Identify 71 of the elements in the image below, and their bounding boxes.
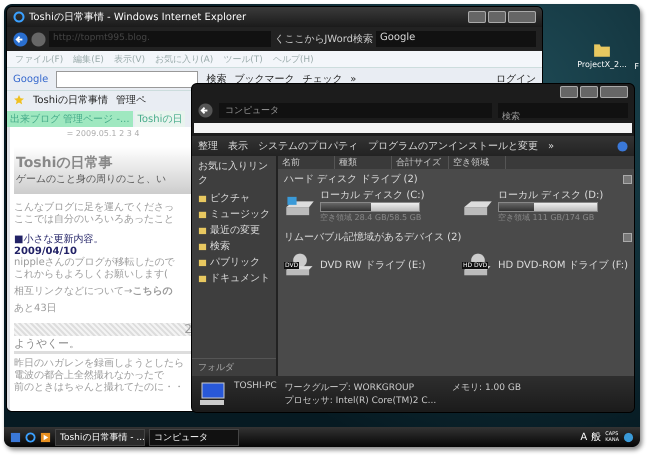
free-space-text: 空き領域 111 GB/174 GB — [498, 212, 596, 223]
ime-indicator[interactable]: 般 — [591, 430, 602, 444]
toolbar-button[interactable]: 整理 — [198, 139, 218, 153]
toolbar-button[interactable]: システムのプロパティ — [258, 139, 358, 153]
desktop-shortcut[interactable]: ProjectX_2... — [572, 40, 632, 69]
toolbar-button[interactable]: » — [548, 140, 554, 152]
login-button[interactable]: ログイン — [496, 72, 536, 86]
shortcut-label: ProjectX_2... — [577, 60, 627, 69]
toolbar-logo: Google — [13, 74, 48, 84]
intro-text: こんなブログに足を運んでくださっ — [14, 202, 175, 214]
countdown-text: あと43日 — [14, 303, 58, 315]
computer-name: TOSHI-PC — [234, 381, 277, 393]
favorite-link[interactable]: ミュージック — [192, 206, 276, 222]
taskbar-button[interactable]: Toshiの日常事情 - ... — [55, 428, 145, 446]
favorite-link[interactable]: Toshiの日常事情 — [33, 93, 108, 107]
update-date: 2009/04/10 — [14, 246, 77, 257]
column-header[interactable]: 名前 — [278, 156, 335, 169]
entry-text: 前のときはちゃんと撮れてたのに・・ — [14, 382, 185, 394]
group-heading[interactable]: ハード ディスク ドライブ (2) — [284, 172, 418, 186]
window-controls[interactable] — [468, 11, 536, 23]
shortcut-label: F — [634, 62, 639, 71]
check-button[interactable]: チェック — [302, 72, 342, 86]
memory-text: メモリ: 1.00 GB — [451, 382, 521, 394]
workgroup-text: ワークグループ: WORKGROUP — [284, 381, 414, 394]
entry-text: 電波の都合上全然撮れなかったで — [14, 370, 165, 382]
link-text: 相互リンクなどについて→こちらの — [14, 286, 174, 298]
pane-heading: お気に入りリンク — [197, 160, 269, 188]
free-space-text: 空き領域 28.4 GB/58.5 GB — [320, 212, 422, 223]
bookmarks-button[interactable]: ブックマーク — [234, 72, 294, 86]
favorite-link[interactable]: 管理ペ — [116, 93, 146, 107]
search-button[interactable]: 検索 — [206, 72, 226, 86]
favorite-link[interactable]: 検索 — [192, 238, 276, 254]
collapse-button[interactable] — [623, 174, 632, 184]
favorite-link[interactable]: ドキュメント — [192, 270, 276, 286]
collapse-button[interactable] — [623, 232, 632, 242]
back-icon[interactable] — [198, 102, 213, 118]
entry-date-bar: 2 — [14, 323, 192, 336]
search-field[interactable]: Google — [376, 31, 536, 47]
browser-logo-icon[interactable] — [25, 432, 36, 442]
column-header[interactable]: 空き領域 — [449, 156, 506, 169]
browser-logo-icon — [13, 11, 25, 23]
star-icon[interactable] — [13, 94, 25, 106]
drive-item[interactable]: ローカル ディスク (C:) 空き領域 28.4 GB/58.5 GB — [284, 188, 454, 223]
entry-text: 昨日のハガレンを録画しようとしたら — [14, 358, 185, 370]
search-provider[interactable]: くここからJWord検索 — [274, 32, 373, 46]
intro-text: ここでは自分のいろいろあったこと — [14, 214, 175, 226]
ime-indicator[interactable]: A — [580, 432, 588, 442]
blog-subtitle: ゲームのこと身の周りのこと、い — [16, 173, 167, 186]
drive-item[interactable]: ローカル ディスク (D:) 空き領域 111 GB/174 GB — [462, 188, 632, 223]
column-header[interactable]: 合計サイズ — [392, 156, 449, 169]
update-text: nippleさんのブログが移転したので — [14, 257, 176, 269]
taskbar-button[interactable]: コンピュータ — [149, 428, 239, 446]
group-heading[interactable]: リムーバブル記憶域があるデバイス (2) — [284, 230, 462, 244]
window-title: Toshiの日常事情 - Windows Internet Explorer — [29, 10, 246, 24]
start-icon[interactable] — [10, 432, 21, 442]
blog-title: Toshiの日常事 — [16, 154, 114, 172]
toolbar-button[interactable]: プログラムのアンインストールと変更 — [368, 139, 538, 153]
address-field[interactable]: コンピュータ — [219, 102, 492, 118]
column-header[interactable]: 種類 — [335, 156, 392, 169]
media-player-icon[interactable] — [40, 432, 51, 442]
update-text: これからもよろしくお願いします( — [14, 269, 169, 281]
processor-text: プロセッサ: Intel(R) Core(TM)2 C... — [284, 394, 438, 407]
window-controls[interactable] — [560, 86, 628, 100]
back-icon[interactable] — [13, 32, 28, 46]
favorite-link[interactable]: パブリック — [192, 254, 276, 270]
update-heading: ■小さな更新内容。 — [14, 232, 104, 246]
more-button[interactable]: » — [350, 74, 356, 84]
search-field[interactable] — [56, 70, 198, 88]
favorite-link[interactable]: 最近の変更 — [192, 222, 276, 238]
favorite-link[interactable]: ピクチャ — [192, 190, 276, 206]
toolbar-button[interactable]: 表示 — [228, 139, 248, 153]
